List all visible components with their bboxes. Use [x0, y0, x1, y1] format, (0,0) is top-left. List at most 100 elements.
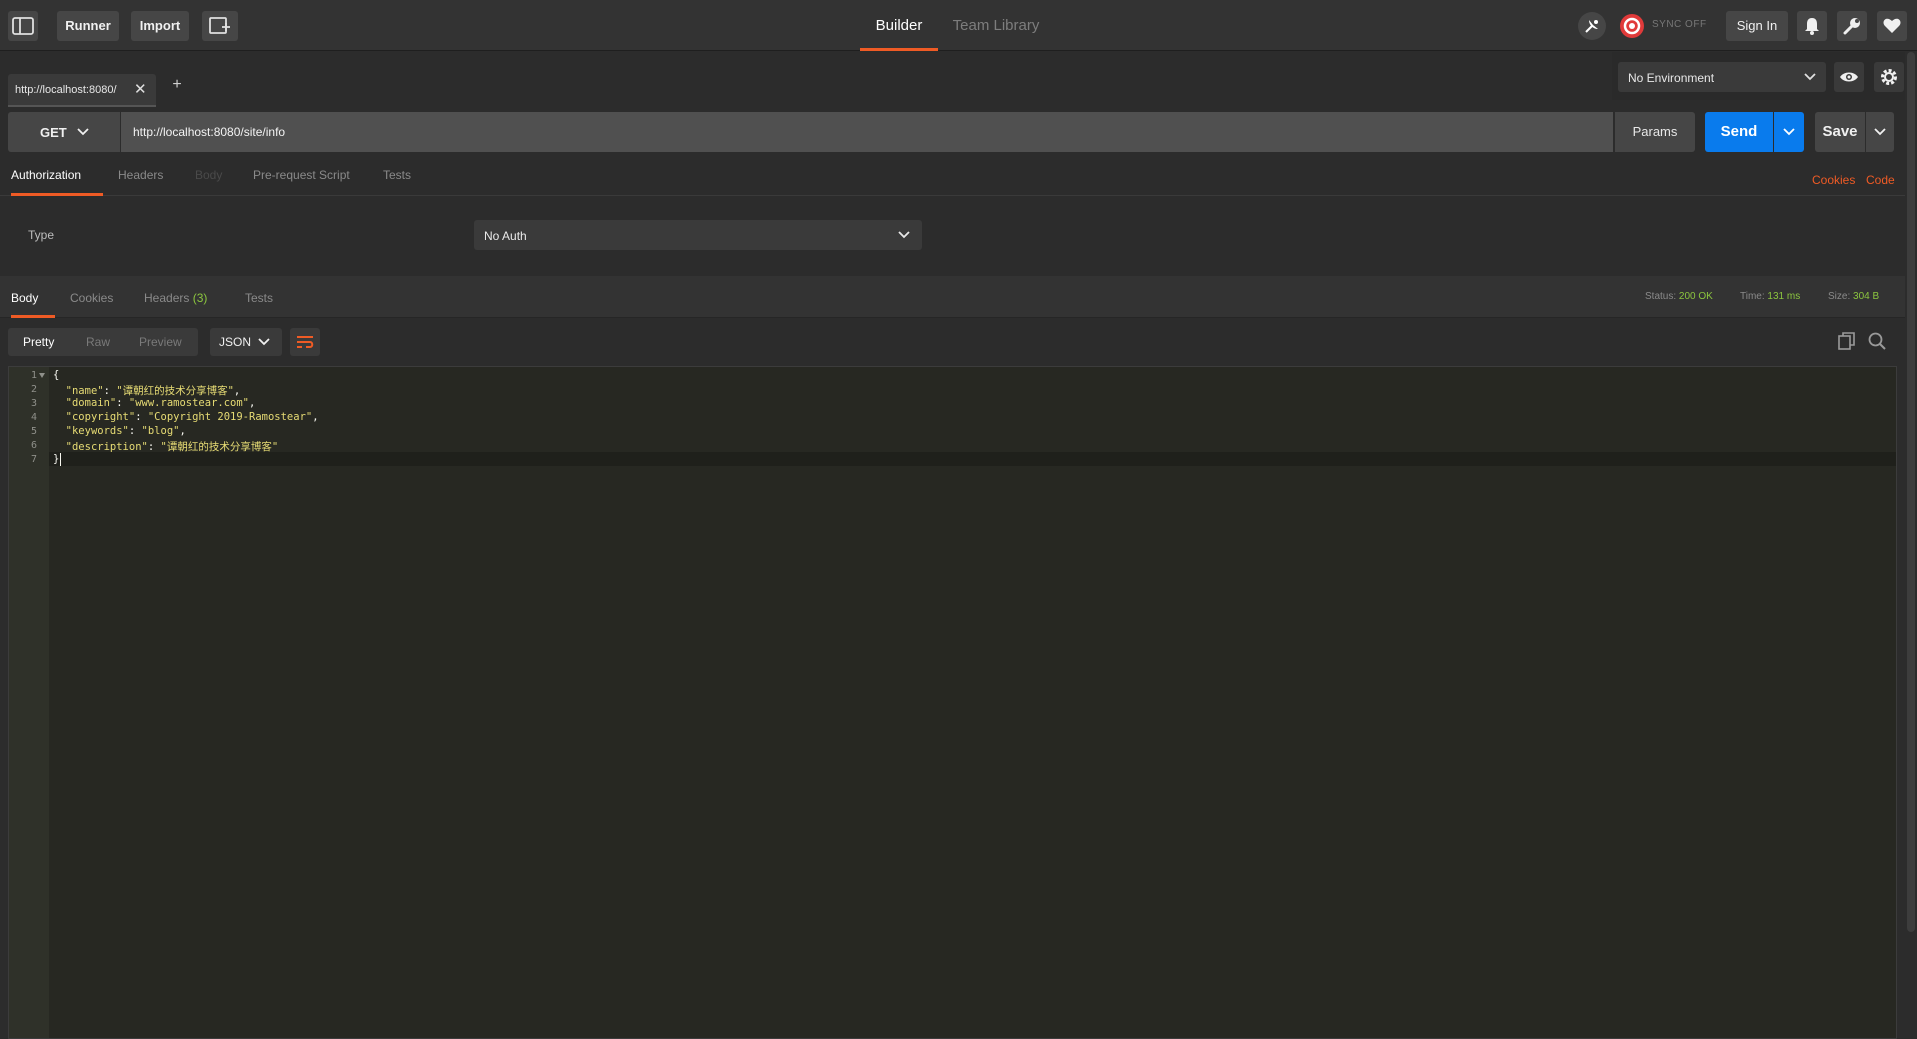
text-cursor	[60, 453, 61, 466]
method-value: GET	[40, 125, 67, 140]
copy-icon	[1838, 332, 1855, 350]
interceptor-button[interactable]	[1578, 12, 1606, 40]
view-preview-button[interactable]: Preview	[139, 335, 182, 349]
params-button[interactable]: Params	[1615, 112, 1695, 152]
sidebar-icon	[12, 17, 34, 35]
method-select[interactable]: GET	[8, 112, 120, 152]
wrap-lines-button[interactable]	[290, 328, 320, 356]
view-pretty-button[interactable]: Pretty	[23, 335, 54, 349]
line-gutter: 1 2 3 4 5 6 7	[9, 367, 49, 1038]
status-label: Status:	[1645, 291, 1677, 302]
tab-team-library[interactable]: Team Library	[946, 0, 1046, 51]
gear-icon	[1881, 69, 1897, 85]
send-button[interactable]: Send	[1705, 112, 1773, 152]
format-value: JSON	[219, 335, 252, 349]
toggle-sidebar-button[interactable]	[8, 11, 38, 41]
favorite-button[interactable]	[1877, 11, 1907, 41]
tab-body[interactable]: Body	[195, 168, 222, 196]
line-number: 5	[30, 426, 37, 437]
manage-environments-button[interactable]	[1874, 62, 1904, 92]
bell-icon	[1805, 18, 1819, 35]
response-tabs: Body Cookies Headers (3) Tests	[0, 276, 1905, 318]
code-line: "copyright": "Copyright 2019-Ramostear",	[65, 411, 319, 423]
save-button[interactable]: Save	[1815, 112, 1865, 152]
size-readout: Size: 304 B	[1828, 291, 1879, 302]
time-value: 131 ms	[1767, 291, 1801, 302]
eye-icon	[1840, 72, 1858, 82]
environment-area: No Environment	[1612, 52, 1917, 100]
sync-icon	[1620, 14, 1644, 38]
page-scrollbar[interactable]	[1905, 52, 1917, 1039]
line-number: 6	[30, 440, 37, 451]
search-button[interactable]	[1868, 332, 1888, 352]
request-tab-label: http://localhost:8080/	[15, 84, 117, 96]
code-line: "keywords": "blog",	[65, 425, 186, 437]
json-value: "Copyright 2019-Ramostear"	[147, 411, 313, 423]
sync-status: SYNC OFF	[1652, 19, 1707, 30]
auth-type-label: Type	[28, 228, 55, 242]
response-tab-headers[interactable]: Headers (3)	[144, 291, 207, 318]
sign-in-button[interactable]: Sign In	[1726, 11, 1788, 41]
status-value: 200 OK	[1678, 291, 1713, 302]
json-trail: ,	[179, 425, 186, 437]
tab-builder[interactable]: Builder	[860, 0, 938, 51]
code-line: }	[53, 453, 60, 465]
chevron-down-icon	[898, 231, 910, 239]
fold-arrow-icon	[39, 373, 45, 378]
response-tab-body[interactable]: Body	[11, 291, 55, 318]
url-input[interactable]	[121, 112, 1613, 152]
new-window-icon	[209, 17, 230, 34]
json-trail: ,	[249, 397, 256, 409]
import-button[interactable]: Import	[131, 11, 189, 41]
json-key: "name"	[65, 385, 104, 397]
quick-look-button[interactable]	[1834, 62, 1864, 92]
json-key: "description"	[65, 441, 148, 453]
json-key: "copyright"	[65, 411, 136, 423]
chevron-down-icon	[1874, 128, 1886, 136]
copy-button[interactable]	[1838, 332, 1858, 352]
code-link[interactable]: Code	[1866, 173, 1895, 187]
status-readout: Status: 200 OK	[1645, 291, 1713, 302]
size-value: 304 B	[1853, 291, 1880, 302]
response-tab-cookies[interactable]: Cookies	[70, 291, 113, 318]
tab-tests[interactable]: Tests	[383, 168, 411, 196]
auth-type-select[interactable]: No Auth	[474, 220, 922, 250]
tab-pre-request-script[interactable]: Pre-request Script	[253, 168, 350, 196]
request-tabs: Authorization Headers Body Pre-request S…	[0, 163, 1905, 196]
new-tab-button[interactable]: +	[168, 76, 186, 98]
response-tab-tests[interactable]: Tests	[245, 291, 273, 318]
format-select[interactable]: JSON	[210, 328, 282, 356]
json-value: "谭朝红的技术分享博客"	[160, 441, 279, 453]
tab-authorization[interactable]: Authorization	[11, 168, 103, 196]
chevron-down-icon	[1783, 128, 1795, 136]
sync-button[interactable]	[1618, 12, 1646, 40]
response-tab-headers-label: Headers	[144, 291, 190, 305]
view-raw-button[interactable]: Raw	[86, 335, 110, 349]
tab-headers[interactable]: Headers	[118, 168, 163, 196]
notifications-button[interactable]	[1797, 11, 1827, 41]
code-line: "description": "谭朝红的技术分享博客"	[65, 441, 279, 453]
json-value: "blog"	[141, 425, 180, 437]
time-readout: Time: 131 ms	[1740, 291, 1800, 302]
search-icon	[1868, 332, 1886, 350]
close-icon[interactable]: ✕	[134, 80, 147, 98]
settings-wrench-button[interactable]	[1837, 11, 1867, 41]
json-trail: ,	[312, 411, 319, 423]
environment-select-value: No Environment	[1628, 71, 1715, 85]
view-mode-group: Pretty Raw Preview	[8, 328, 198, 356]
response-body-editor[interactable]: 1 2 3 4 5 6 7 { "name": "谭朝红的技术分享博客", "d…	[8, 366, 1897, 1039]
chevron-down-icon	[77, 128, 89, 136]
response-view-bar: Pretty Raw Preview JSON	[0, 318, 1905, 364]
chevron-down-icon	[1804, 73, 1816, 81]
json-key: "keywords"	[65, 425, 129, 437]
environment-select[interactable]: No Environment	[1618, 62, 1826, 92]
save-options-button[interactable]	[1866, 112, 1894, 152]
cookies-link[interactable]: Cookies	[1812, 173, 1855, 187]
new-window-button[interactable]	[202, 11, 238, 41]
request-tab[interactable]: http://localhost:8080/ ✕	[8, 74, 156, 107]
top-header: Runner Import Builder Team Library SYNC …	[0, 0, 1917, 51]
runner-button[interactable]: Runner	[57, 11, 119, 41]
json-value: "谭朝红的技术分享博客"	[116, 385, 234, 397]
send-options-button[interactable]	[1774, 112, 1804, 152]
scrollbar-thumb[interactable]	[1907, 52, 1915, 932]
